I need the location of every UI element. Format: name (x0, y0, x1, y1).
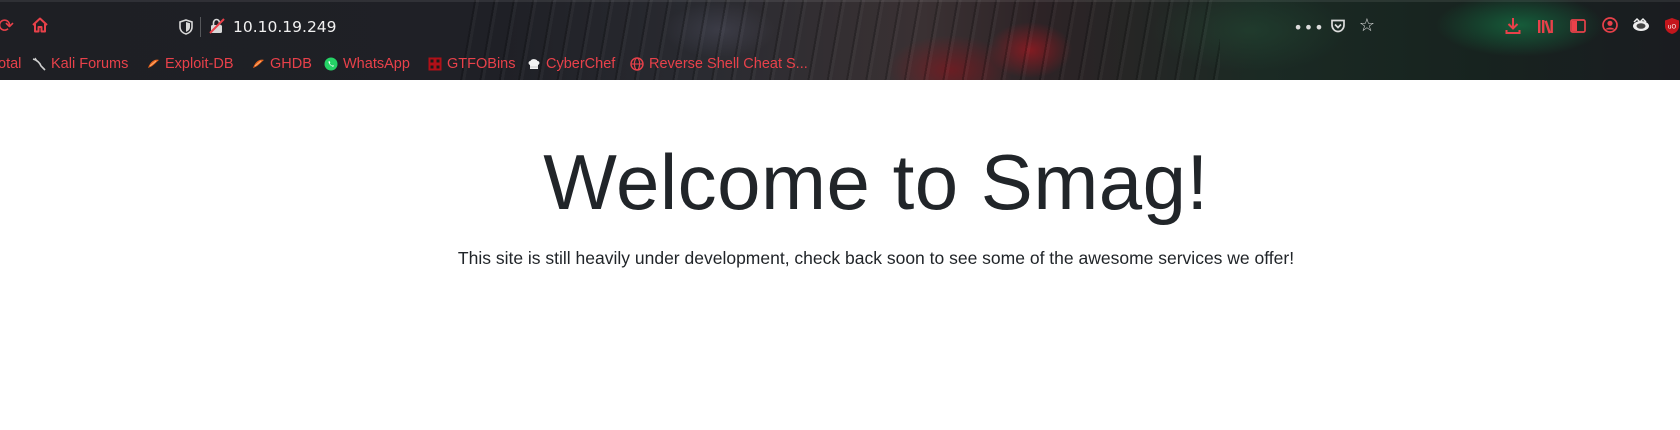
download-icon[interactable] (1503, 15, 1523, 37)
bookmark-label: GHDB (270, 56, 312, 72)
account-icon[interactable] (1600, 15, 1620, 35)
reload-icon[interactable]: ⟳ (0, 16, 16, 36)
bookmark-item-gtfobins[interactable]: GTFOBins (428, 53, 515, 75)
svg-text:uO: uO (1668, 24, 1677, 31)
bookmark-item-whatsapp[interactable]: WhatsApp (324, 53, 410, 75)
home-icon[interactable] (30, 15, 50, 35)
globe-icon (630, 57, 644, 71)
kali-icon (32, 57, 46, 71)
url-separator (200, 17, 201, 37)
browser-chrome: ⟳ 10.10.19.249 ••• ☆ uO otal Kali Forums… (0, 0, 1680, 80)
bookmark-label: GTFOBins (447, 56, 516, 72)
ghdb-icon (251, 57, 265, 71)
cyberchef-icon (527, 57, 541, 71)
extension-icon[interactable] (1630, 15, 1652, 35)
url-bar[interactable]: 10.10.19.249 (233, 16, 337, 38)
bookmark-item-kali-forums[interactable]: Kali Forums (32, 53, 128, 75)
exploit-db-icon (146, 57, 160, 71)
ublock-icon[interactable]: uO (1662, 15, 1680, 37)
bookmark-label: Kali Forums (51, 56, 129, 72)
bookmark-item-cyberchef[interactable]: CyberChef (527, 53, 615, 75)
bookmark-star-icon[interactable]: ☆ (1357, 15, 1377, 36)
page-actions-icon[interactable]: ••• (1293, 17, 1323, 37)
shield-icon[interactable] (178, 18, 194, 36)
bookmark-label: Exploit-DB (165, 56, 234, 72)
bookmark-label: Reverse Shell Cheat S... (649, 56, 808, 72)
insecure-lock-icon[interactable] (208, 17, 226, 35)
bookmark-label: otal (0, 56, 22, 72)
navigation-toolbar: ⟳ 10.10.19.249 ••• ☆ uO (0, 0, 1680, 54)
bookmarks-toolbar: otal Kali Forums Exploit-DB GHDB WhatsAp… (0, 53, 1680, 75)
bookmark-item-exploit-db[interactable]: Exploit-DB (146, 53, 234, 75)
whatsapp-icon (324, 57, 338, 71)
bookmark-item-reverse-shell[interactable]: Reverse Shell Cheat S... (630, 53, 808, 75)
bookmark-label: WhatsApp (343, 56, 410, 72)
bookmark-label: CyberChef (546, 56, 616, 72)
bookmark-item[interactable]: otal (0, 53, 21, 75)
page-description: This site is still heavily under develop… (457, 248, 1295, 268)
sidebar-icon[interactable] (1568, 16, 1588, 36)
library-icon[interactable] (1536, 16, 1556, 36)
gtfobins-icon (428, 57, 442, 71)
page-content: Welcome to Smag! This site is still heav… (0, 80, 1680, 430)
pocket-icon[interactable] (1328, 16, 1348, 36)
page-heading: Welcome to Smag! (543, 138, 1209, 226)
bookmark-item-ghdb[interactable]: GHDB (251, 53, 312, 75)
